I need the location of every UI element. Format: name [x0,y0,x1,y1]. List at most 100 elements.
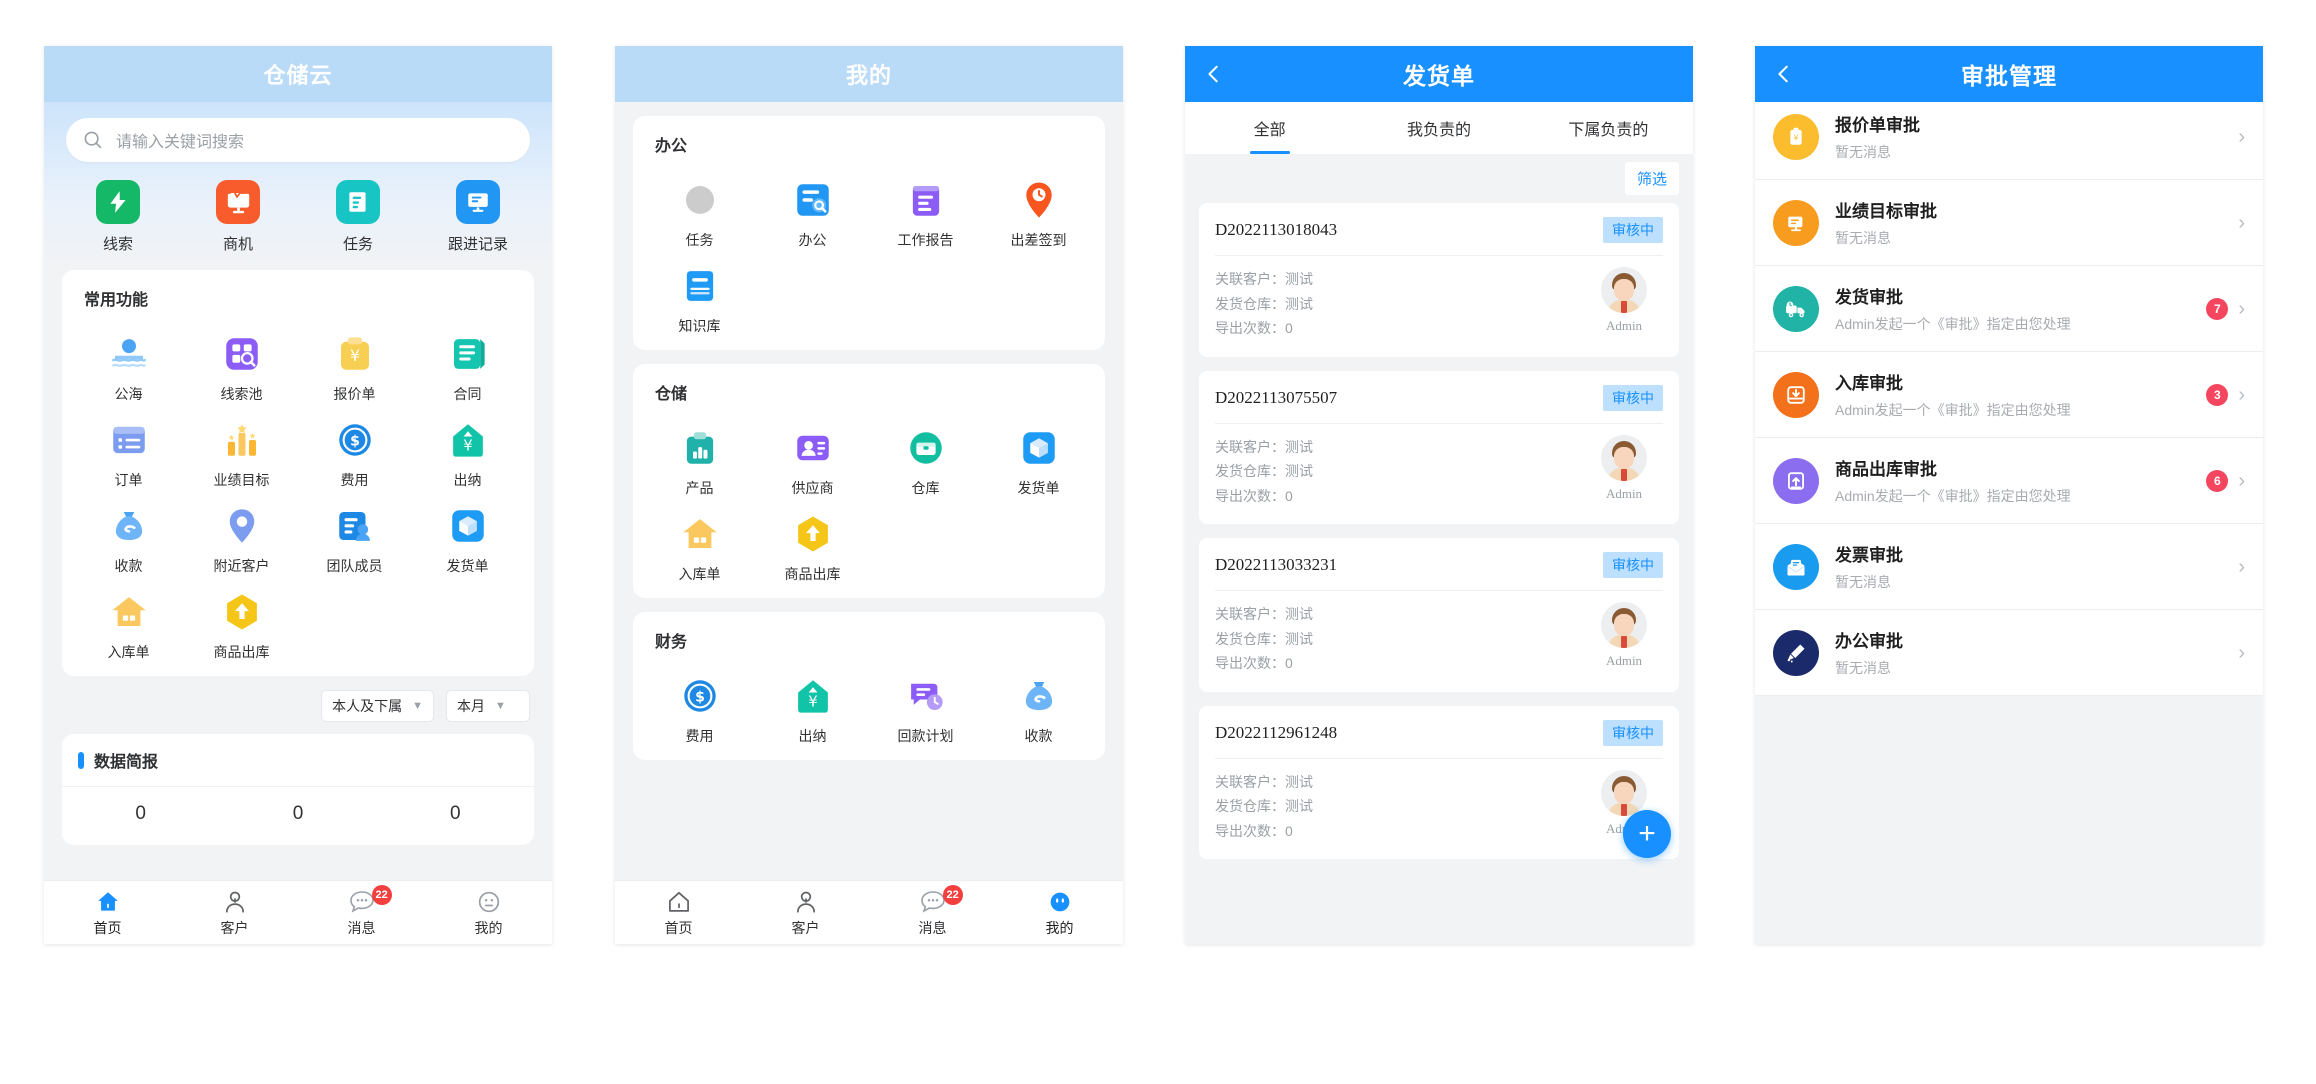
delivery-order-card[interactable]: D2022112961248审核中关联客户：测试发货仓库：测试导出次数：0Adm… [1199,705,1679,859]
add-order-fab[interactable]: + [1623,810,1671,858]
function-item[interactable]: 商品出库 [756,512,869,584]
receipt-money-bag-icon [107,504,151,548]
phone-screen-mine: 我的 办公 任务 办公 工作报告 出差签到 知识库 仓储 产品 供应商 仓库 发货单 入库单 商品出库财… [615,46,1123,944]
delivery-tab[interactable]: 全部 [1185,102,1354,154]
approval-row[interactable]: 入库审批 Admin发起一个《审批》指定由您处理 3 › [1755,352,2263,438]
quick-action-renwu[interactable]: 任务 [298,180,418,254]
tab-customer-person[interactable]: 客户 [742,888,869,938]
function-item[interactable]: 入库单 [72,590,185,662]
profile-face-icon [425,888,552,916]
data-brief-values: 0 0 0 [62,787,534,845]
avatar [1601,769,1647,816]
function-item[interactable]: $ 费用 [298,418,411,490]
function-item[interactable]: 任务 [643,178,756,250]
quick-action-label: 商机 [222,236,253,253]
function-item[interactable]: 订单 [72,418,185,490]
field-value: 0 [1285,320,1293,336]
order-body: 关联客户：测试发货仓库：测试导出次数：0Admin [1215,256,1663,341]
function-item[interactable]: 供应商 [756,426,869,498]
tab-customer-person[interactable]: 客户 [171,888,298,938]
approval-row[interactable]: 发货审批 Admin发起一个《审批》指定由您处理 7 › [1755,266,2263,352]
quotation-icon: ¥ [333,332,377,376]
function-item[interactable]: 附近客户 [185,504,298,576]
order-header: D2022113033231 审核中 [1215,552,1663,591]
function-item[interactable]: 发货单 [982,426,1095,498]
tab-message-bubble[interactable]: 22 消息 [869,884,996,938]
function-item[interactable]: $ 费用 [643,674,756,746]
function-item[interactable]: 入库单 [643,512,756,584]
function-item[interactable]: 仓库 [869,426,982,498]
function-item[interactable]: 发货单 [411,504,524,576]
delivery-order-card[interactable]: D2022113018043 审核中 关联客户：测试 发货仓库：测试 导出次数：0 Adm… [1199,203,1679,357]
office-approval-icon [1773,629,1819,676]
function-item[interactable]: 收款 [982,674,1095,746]
chevron-right-icon: › [2238,641,2245,664]
delivery-tab[interactable]: 下属负责的 [1524,102,1693,154]
knowledge-book-icon [678,264,722,308]
delivery-order-card[interactable]: D2022113075507 审核中 关联客户：测试 发货仓库：测试 导出次数：0 Adm… [1199,370,1679,524]
profile-face-icon [996,888,1123,916]
function-item[interactable]: 工作报告 [869,178,982,250]
function-item[interactable]: ¥ 出纳 [411,418,524,490]
function-item[interactable]: 收款 [72,504,185,576]
invoice-approval-icon [1773,543,1819,590]
function-item-label: 订单 [114,472,143,488]
tab-profile-face[interactable]: 我的 [996,888,1123,938]
outbound-approval-icon [1773,457,1819,504]
function-item[interactable]: 出差签到 [982,178,1095,250]
approval-right: › [2238,557,2245,577]
tab-message-bubble[interactable]: 22 消息 [298,884,425,938]
function-item[interactable]: 商品出库 [185,590,298,662]
quick-action-xiansuo[interactable]: 线索 [58,180,178,254]
field-customer: 关联客户：测试 [1215,770,1585,795]
function-item[interactable]: 线索池 [185,332,298,404]
period-select[interactable]: 本月 ▼ [446,690,530,722]
delivery-tab[interactable]: 我负责的 [1354,102,1523,154]
function-item[interactable]: ¥ 报价单 [298,332,411,404]
quick-action-genjin[interactable]: 跟进记录 [418,180,538,254]
filter-button[interactable]: 筛选 [1624,162,1679,195]
customer-person-icon [742,888,869,916]
function-item[interactable]: 公海 [72,332,185,404]
tab-home[interactable]: 首页 [615,888,742,938]
tab-label: 消息 [918,919,947,936]
search-input[interactable]: 请输入关键词搜索 [66,118,530,162]
back-chevron-icon[interactable] [1203,63,1225,85]
function-item[interactable]: 办公 [756,178,869,250]
order-owner: Admin [1585,434,1663,502]
delivery-order-card[interactable]: D2022113033231 审核中 关联客户：测试 发货仓库：测试 导出次数：0 Adm… [1199,538,1679,692]
approval-row[interactable]: 商品出库审批 Admin发起一个《审批》指定由您处理 6 › [1755,438,2263,524]
scope-select[interactable]: 本人及下属 ▼ [321,690,434,722]
svg-text:¥: ¥ [808,693,817,711]
approval-subtitle: 暂无消息 [1835,660,1891,676]
function-item[interactable]: ¥ 出纳 [756,674,869,746]
approval-subtitle: 暂无消息 [1835,230,1891,246]
approval-row[interactable]: 发票审批 暂无消息 › [1755,524,2263,610]
field-value: 测试 [1285,295,1313,312]
back-chevron-icon[interactable] [1773,63,1795,85]
section-card: 办公 任务 办公 工作报告 出差签到 知识库 [633,116,1105,350]
function-item[interactable]: 知识库 [643,264,756,336]
message-bubble-icon [869,888,996,916]
approval-row[interactable]: 办公审批 暂无消息 › [1755,610,2263,696]
function-item[interactable]: 业绩目标 [185,418,298,490]
approval-row[interactable]: 业绩目标审批 暂无消息 › [1755,180,2263,266]
outbound-arrow-icon [791,512,835,556]
approval-row[interactable]: ¥ 报价单审批 暂无消息 › [1755,94,2263,180]
tab-label: 我的 [474,919,503,936]
search-placeholder: 请输入关键词搜索 [116,134,245,151]
approval-subtitle: Admin发起一个《审批》指定由您处理 [1835,316,2071,332]
function-item-label: 费用 [340,472,369,488]
function-item-label: 费用 [685,728,714,744]
tab-profile-face[interactable]: 我的 [425,888,552,938]
function-item[interactable]: 回款计划 [869,674,982,746]
function-item[interactable]: 合同 [411,332,524,404]
function-item[interactable]: 产品 [643,426,756,498]
message-bubble-icon [298,888,425,916]
tab-home[interactable]: 首页 [44,888,171,938]
outbound-arrow-icon [220,590,264,634]
function-item[interactable]: 团队成员 [298,504,411,576]
quick-action-shangji[interactable]: 商机 [178,180,298,254]
order-body: 关联客户：测试发货仓库：测试导出次数：0Admin [1215,759,1663,844]
home-filters: 本人及下属 ▼ 本月 ▼ [44,690,552,734]
